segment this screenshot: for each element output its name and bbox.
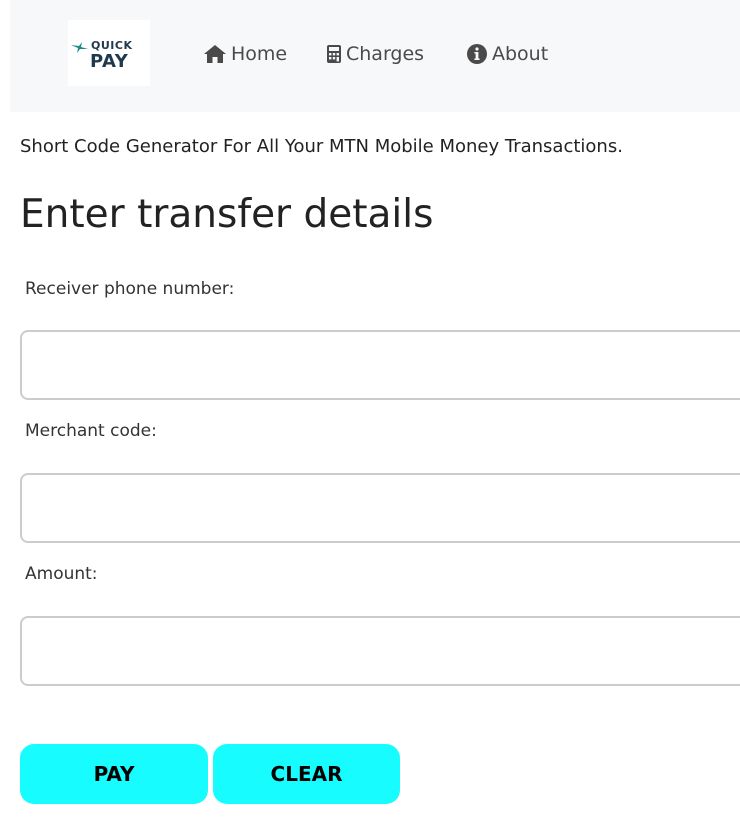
receiver-phone-label: Receiver phone number: [25, 279, 235, 299]
merchant-code-label: Merchant code: [25, 421, 157, 441]
amount-input[interactable] [20, 616, 740, 686]
nav-label-about: About [492, 43, 549, 65]
pay-button[interactable]: PAY [20, 744, 208, 804]
nav-label-charges: Charges [346, 43, 425, 65]
merchant-code-input[interactable] [20, 473, 740, 543]
tagline: Short Code Generator For All Your MTN Mo… [20, 136, 623, 157]
clear-button[interactable]: CLEAR [213, 744, 400, 804]
home-icon [204, 45, 226, 63]
page-title: Enter transfer details [20, 192, 434, 237]
info-circle-icon [467, 44, 487, 64]
nav-item-home[interactable]: Home [203, 42, 287, 66]
nav-item-charges[interactable]: Charges [326, 42, 424, 66]
calculator-icon [327, 45, 341, 63]
nav-item-about[interactable]: About [466, 42, 548, 66]
navbar: QUICK PAY Home Charges About [10, 0, 740, 112]
amount-label: Amount: [25, 564, 98, 584]
receiver-phone-input[interactable] [20, 330, 740, 400]
bird-icon [71, 42, 88, 53]
quickpay-logo[interactable]: QUICK PAY [68, 20, 150, 86]
nav-label-home: Home [231, 43, 288, 65]
logo-text-pay: PAY [90, 51, 129, 72]
